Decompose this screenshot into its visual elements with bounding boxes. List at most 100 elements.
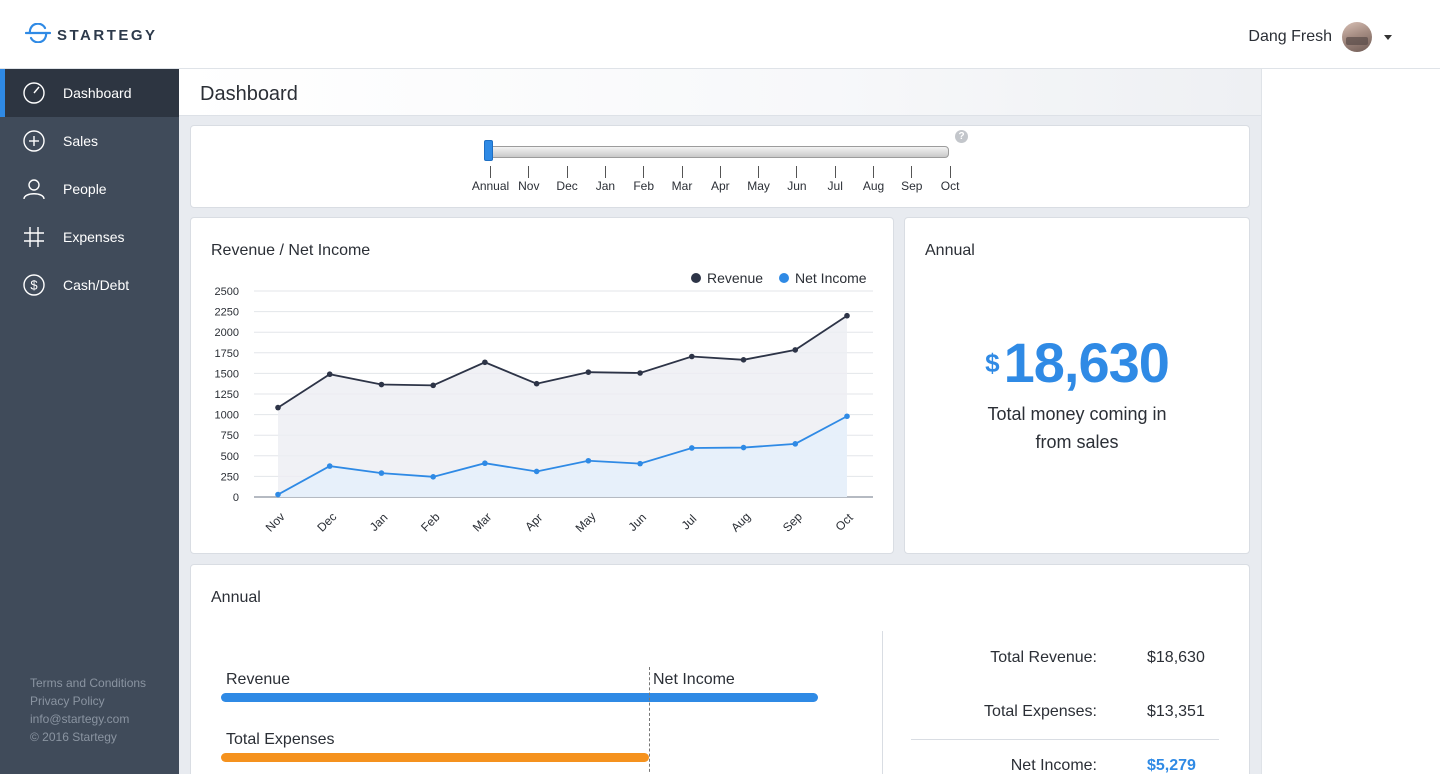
email-link[interactable]: info@startegy.com xyxy=(30,710,146,728)
caption-line-2: from sales xyxy=(1035,432,1119,452)
data-point xyxy=(430,382,436,389)
period-slider-card: ? Annual Nov Dec Jan Feb Mar Apr May Jun Jul Aug Se… xyxy=(190,125,1250,208)
person-icon xyxy=(22,177,46,201)
sidebar-item-sales[interactable]: Sales xyxy=(0,117,179,165)
y-tick-label: 2000 xyxy=(215,327,239,339)
slider-tick xyxy=(528,166,530,178)
summary-value: $5,279 xyxy=(1147,757,1196,774)
data-point xyxy=(844,312,850,319)
sidebar-item-cash-debt[interactable]: $ Cash/Debt xyxy=(0,261,179,309)
net-income-divider xyxy=(649,667,650,774)
y-tick-label: 2250 xyxy=(215,307,239,319)
slider-tick-label[interactable]: Jun xyxy=(787,179,806,193)
data-point xyxy=(792,347,799,353)
sidebar: Dashboard Sales People Expenses $ Cash/D… xyxy=(0,69,179,774)
avatar[interactable] xyxy=(1342,22,1372,52)
data-point xyxy=(792,441,799,447)
y-tick-label: 1250 xyxy=(215,389,239,401)
dollar-circle-icon: $ xyxy=(22,273,46,297)
y-tick-label: 0 xyxy=(233,492,239,504)
data-point xyxy=(378,470,385,476)
slider-tick-label[interactable]: May xyxy=(747,179,770,193)
slider-tick xyxy=(719,166,721,178)
summary-row-revenue: Total Revenue: $18,630 xyxy=(911,649,1205,673)
help-icon[interactable]: ? xyxy=(955,130,968,143)
data-point xyxy=(585,457,592,464)
user-name: Dang Fresh xyxy=(1248,28,1332,45)
data-point xyxy=(482,359,488,366)
sidebar-item-label: Cash/Debt xyxy=(63,277,130,293)
user-menu[interactable]: Dang Fresh xyxy=(1248,22,1392,52)
x-tick-label: Oct xyxy=(833,510,857,534)
terms-link[interactable]: Terms and Conditions xyxy=(30,674,146,692)
hash-icon xyxy=(22,225,46,249)
slider-tick xyxy=(796,166,798,178)
data-point xyxy=(533,468,540,475)
y-tick-label: 1750 xyxy=(215,348,239,360)
data-point xyxy=(275,404,281,411)
privacy-link[interactable]: Privacy Policy xyxy=(30,692,146,710)
data-point xyxy=(326,463,333,469)
right-panel xyxy=(1261,69,1440,774)
revenue-bar-label: Revenue xyxy=(226,671,291,688)
y-tick-label: 750 xyxy=(221,430,239,442)
summary-label: Net Income: xyxy=(1010,757,1097,774)
data-point xyxy=(637,460,643,467)
line-chart: 0 250 500 750 1000 1250 1500 1750 2000 2250 2500 No… xyxy=(215,286,873,535)
slider-tick-label[interactable]: Apr xyxy=(711,179,730,193)
y-tick-label: 1000 xyxy=(215,410,239,422)
sidebar-footer: Terms and Conditions Privacy Policy info… xyxy=(30,674,146,746)
period-slider-thumb[interactable] xyxy=(484,140,493,161)
sidebar-item-label: People xyxy=(63,181,107,197)
page-title: Dashboard xyxy=(200,83,298,105)
annual-total-amount: $18,630 xyxy=(905,330,1249,395)
sidebar-item-dashboard[interactable]: Dashboard xyxy=(0,69,179,117)
sidebar-item-people[interactable]: People xyxy=(0,165,179,213)
y-tick-label: 250 xyxy=(221,471,239,483)
annual-total-title: Annual xyxy=(925,242,975,259)
annual-total-card: Annual $18,630 Total money coming in fro… xyxy=(904,217,1250,554)
slider-tick xyxy=(758,166,760,178)
summary-value: $18,630 xyxy=(1147,649,1205,666)
slider-tick xyxy=(681,166,683,178)
svg-text:$: $ xyxy=(30,278,38,293)
annual-breakdown-title: Annual xyxy=(211,589,261,606)
top-header: STARTEGY Dang Fresh xyxy=(0,0,1440,69)
logo-icon xyxy=(24,22,52,48)
page-header: Dashboard xyxy=(179,69,1261,116)
slider-tick-label[interactable]: Aug xyxy=(863,179,884,193)
slider-tick xyxy=(949,166,951,178)
slider-tick-label[interactable]: Oct xyxy=(941,179,960,193)
slider-tick xyxy=(911,166,913,178)
main-content: Dashboard ? Annual Nov Dec Jan Feb Mar Apr May J… xyxy=(179,69,1261,774)
slider-tick-label[interactable]: Annual xyxy=(472,179,509,193)
annual-total-caption: Total money coming in from sales xyxy=(967,400,1187,456)
expenses-bar[interactable] xyxy=(221,753,649,762)
data-point xyxy=(533,380,540,387)
x-tick-label: Dec xyxy=(314,510,339,535)
slider-tick-label[interactable]: Jul xyxy=(828,179,843,193)
net-income-marker-label: Net Income xyxy=(653,671,735,688)
data-point xyxy=(689,445,695,451)
slider-tick-label[interactable]: Nov xyxy=(518,179,539,193)
x-tick-label: Feb xyxy=(418,510,443,535)
y-tick-label: 2500 xyxy=(215,286,239,298)
summary-divider xyxy=(882,631,883,774)
slider-tick-label[interactable]: Sep xyxy=(901,179,922,193)
x-tick-label: Jul xyxy=(679,512,700,533)
annual-breakdown-card: Annual Revenue Net Income Total Expenses… xyxy=(190,564,1250,774)
logo[interactable]: STARTEGY xyxy=(24,22,158,48)
sidebar-item-expenses[interactable]: Expenses xyxy=(0,213,179,261)
chevron-down-icon[interactable] xyxy=(1384,34,1392,40)
slider-tick xyxy=(490,166,491,178)
slider-tick-label[interactable]: Mar xyxy=(672,179,693,193)
slider-tick-label[interactable]: Jan xyxy=(596,179,615,193)
slider-tick-label[interactable]: Dec xyxy=(556,179,577,193)
data-point xyxy=(275,491,281,498)
x-tick-label: Sep xyxy=(780,509,805,534)
revenue-bar[interactable] xyxy=(221,693,818,702)
x-tick-label: Jan xyxy=(367,510,391,534)
y-tick-label: 1500 xyxy=(215,368,239,380)
period-slider-track[interactable] xyxy=(487,146,949,158)
slider-tick-label[interactable]: Feb xyxy=(633,179,654,193)
